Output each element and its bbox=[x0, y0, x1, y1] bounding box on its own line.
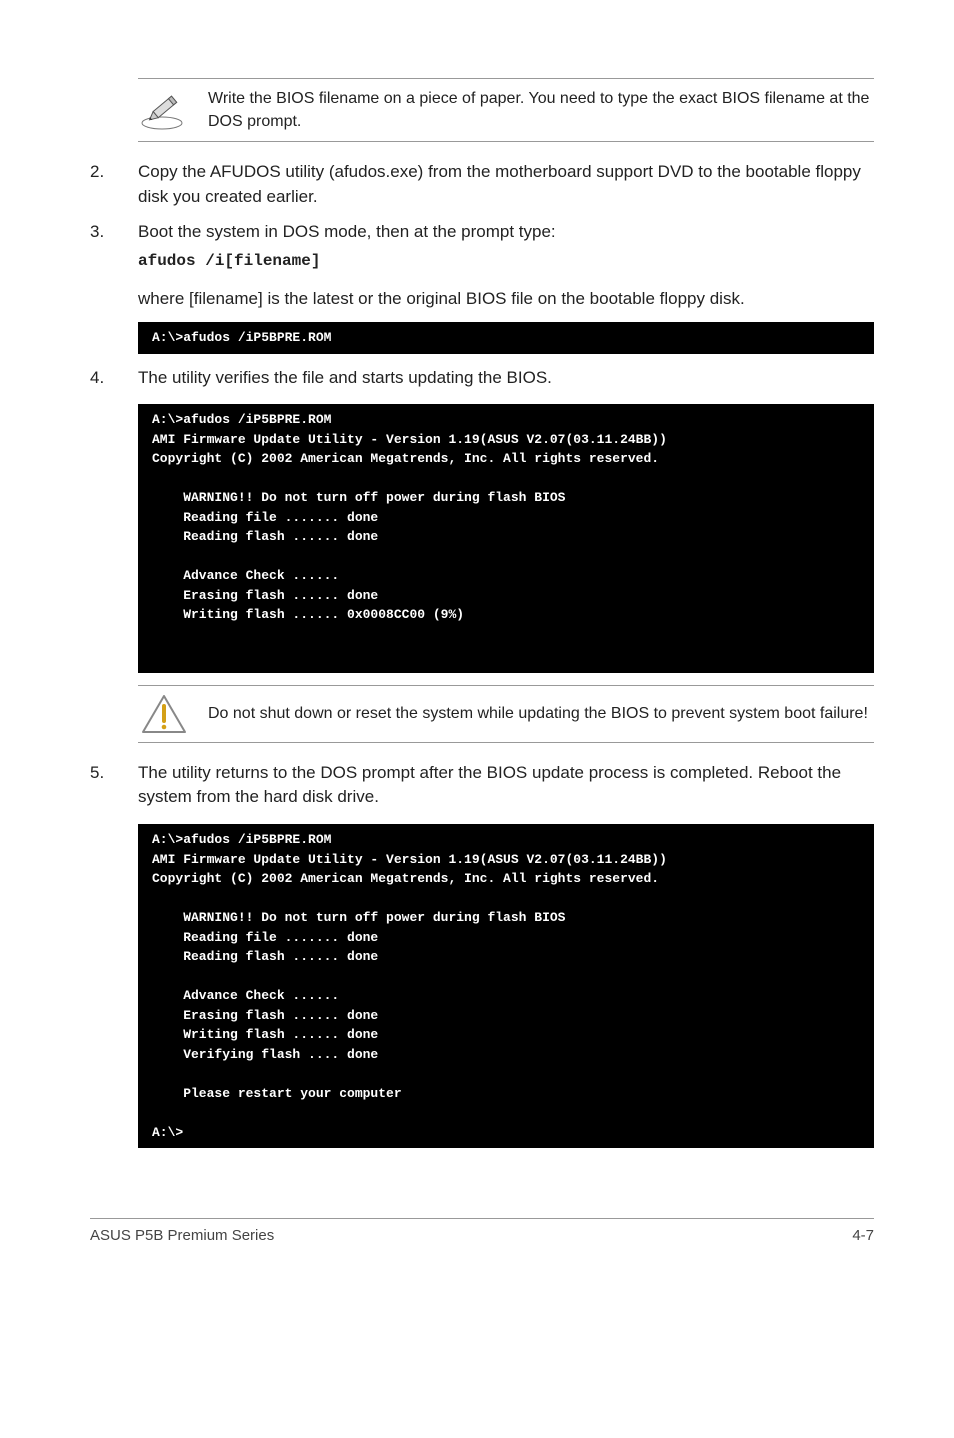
steps-list-b: 4. The utility verifies the file and sta… bbox=[90, 366, 874, 391]
footer-left: ASUS P5B Premium Series bbox=[90, 1225, 274, 1247]
steps-list-c: 5. The utility returns to the DOS prompt… bbox=[90, 761, 874, 810]
terminal-output-3: A:\>afudos /iP5BPRE.ROM AMI Firmware Upd… bbox=[138, 824, 874, 1148]
pencil-icon bbox=[138, 89, 190, 131]
step-number: 5. bbox=[90, 761, 138, 810]
sub-paragraph: where [filename] is the latest or the or… bbox=[138, 287, 874, 312]
step-3: 3. Boot the system in DOS mode, then at … bbox=[90, 220, 874, 274]
step-2: 2. Copy the AFUDOS utility (afudos.exe) … bbox=[90, 160, 874, 209]
warning-icon bbox=[138, 694, 190, 734]
step-5: 5. The utility returns to the DOS prompt… bbox=[90, 761, 874, 810]
command-text: afudos /i[filename] bbox=[138, 250, 874, 273]
step-text: The utility verifies the file and starts… bbox=[138, 368, 552, 387]
note-warning: Do not shut down or reset the system whi… bbox=[138, 685, 874, 743]
note-text: Write the BIOS filename on a piece of pa… bbox=[208, 87, 874, 133]
footer-right: 4-7 bbox=[852, 1225, 874, 1247]
step-4: 4. The utility verifies the file and sta… bbox=[90, 366, 874, 391]
note-pencil: Write the BIOS filename on a piece of pa… bbox=[138, 78, 874, 142]
step-number: 4. bbox=[90, 366, 138, 391]
step-number: 2. bbox=[90, 160, 138, 209]
step-number: 3. bbox=[90, 220, 138, 274]
terminal-output-1: A:\>afudos /iP5BPRE.ROM bbox=[138, 322, 874, 354]
step-text: Boot the system in DOS mode, then at the… bbox=[138, 222, 556, 241]
terminal-output-2: A:\>afudos /iP5BPRE.ROM AMI Firmware Upd… bbox=[138, 404, 874, 673]
page-footer: ASUS P5B Premium Series 4-7 bbox=[90, 1218, 874, 1247]
note-text: Do not shut down or reset the system whi… bbox=[208, 702, 874, 725]
steps-list-a: 2. Copy the AFUDOS utility (afudos.exe) … bbox=[90, 160, 874, 273]
step-text: The utility returns to the DOS prompt af… bbox=[138, 763, 841, 807]
step-text: Copy the AFUDOS utility (afudos.exe) fro… bbox=[138, 162, 861, 206]
